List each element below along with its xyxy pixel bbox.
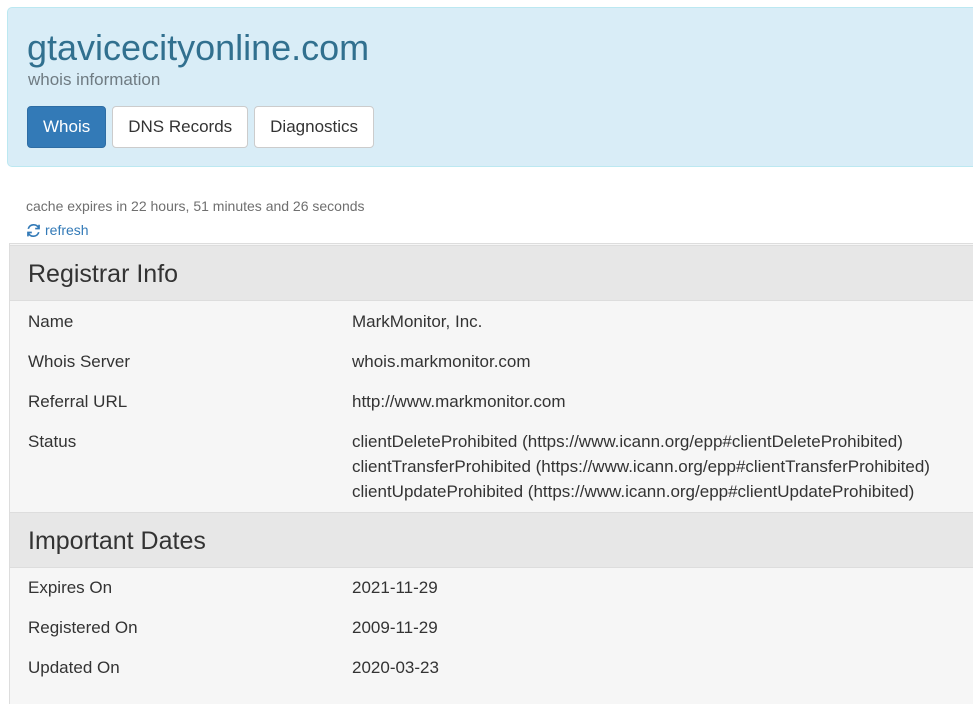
tab-dns-records[interactable]: DNS Records bbox=[112, 106, 249, 148]
referral-url-label: Referral URL bbox=[28, 392, 128, 411]
registered-value: 2009-11-29 bbox=[352, 618, 438, 637]
name-label: Name bbox=[28, 312, 74, 331]
updated-label: Updated On bbox=[28, 658, 120, 677]
registrar-info-heading: Registrar Info bbox=[28, 260, 179, 288]
registrar-info-header: Registrar Info bbox=[10, 245, 973, 301]
referral-url-value: http://www.markmonitor.com bbox=[352, 392, 566, 411]
name-value: MarkMonitor, Inc. bbox=[352, 312, 483, 331]
domain-title: gtavicecityonline.com bbox=[27, 27, 370, 68]
status-value-update: clientUpdateProhibited (https://www.ican… bbox=[352, 482, 915, 501]
registered-label: Registered On bbox=[28, 618, 138, 637]
tab-bar: Whois DNS Records Diagnostics bbox=[27, 106, 375, 148]
whois-server-value: whois.markmonitor.com bbox=[352, 352, 531, 371]
status-value-delete: clientDeleteProhibited (https://www.ican… bbox=[352, 432, 903, 451]
tab-whois[interactable]: Whois bbox=[27, 106, 107, 148]
status-value-transfer: clientTransferProhibited (https://www.ic… bbox=[352, 457, 930, 476]
refresh-icon bbox=[26, 223, 41, 238]
cache-expiry-text: cache expires in 22 hours, 51 minutes an… bbox=[26, 198, 365, 214]
whois-panel: Registrar Info Name MarkMonitor, Inc. Wh… bbox=[9, 243, 973, 704]
site-header: gtavicecityonline.com whois information … bbox=[7, 7, 973, 167]
refresh-link[interactable]: refresh bbox=[26, 221, 89, 239]
whois-server-label: Whois Server bbox=[28, 352, 131, 371]
page-subtitle: whois information bbox=[28, 70, 161, 89]
refresh-label: refresh bbox=[45, 222, 89, 238]
status-label: Status bbox=[28, 432, 77, 451]
tab-diagnostics[interactable]: Diagnostics bbox=[254, 106, 375, 148]
important-dates-heading: Important Dates bbox=[28, 527, 206, 555]
status-values: clientDeleteProhibited (https://www.ican… bbox=[352, 429, 930, 504]
important-dates-header: Important Dates bbox=[10, 512, 973, 568]
expires-value: 2021-11-29 bbox=[352, 578, 438, 597]
updated-value: 2020-03-23 bbox=[352, 658, 439, 677]
expires-label: Expires On bbox=[28, 578, 113, 597]
